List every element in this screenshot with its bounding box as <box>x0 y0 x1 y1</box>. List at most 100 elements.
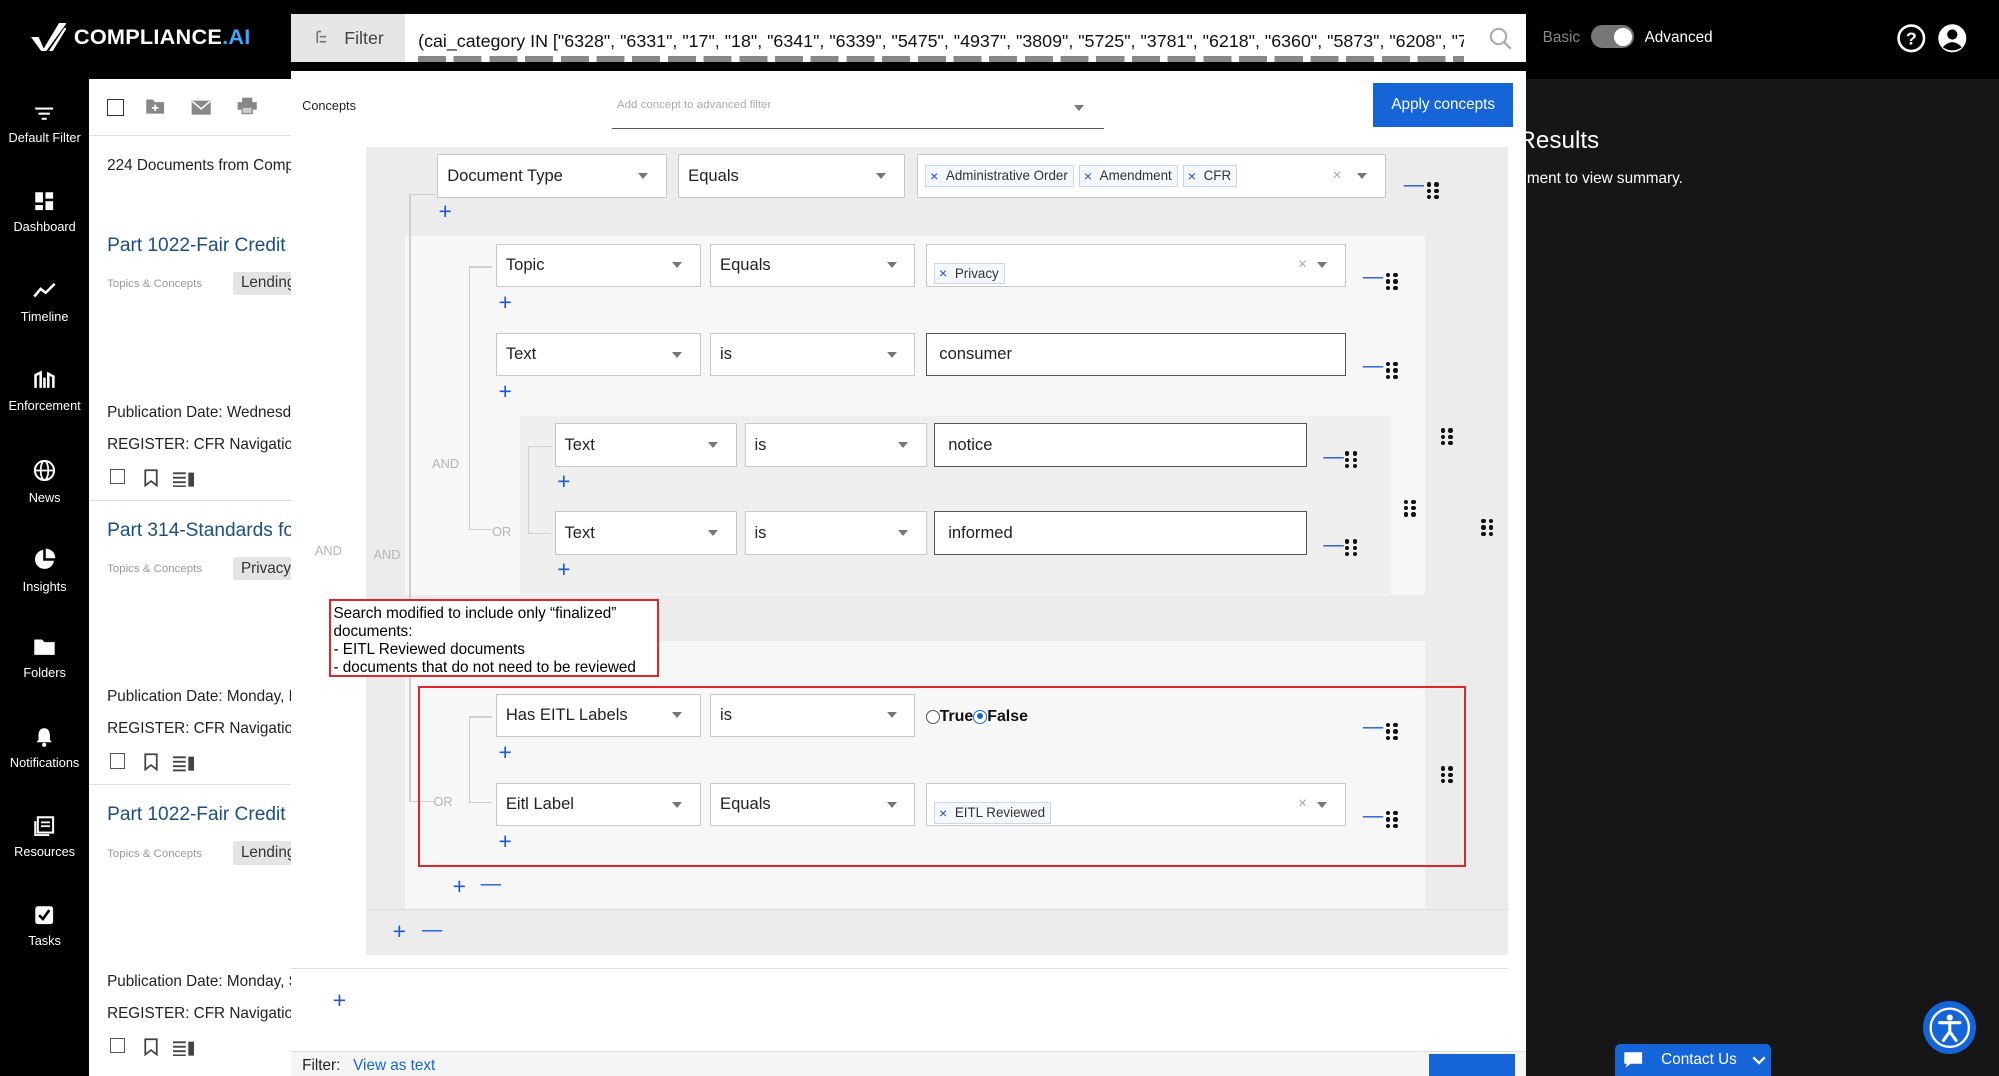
operator-select[interactable]: is <box>744 423 927 467</box>
remove-rule-button[interactable]: — <box>1404 175 1424 195</box>
value-tag[interactable]: × Amendment <box>1079 165 1178 187</box>
clear-icon[interactable]: × <box>1333 167 1342 185</box>
add-rule-button[interactable]: + <box>557 470 570 493</box>
sidebar-item-insights[interactable]: Insights <box>0 548 89 594</box>
results-panel: Results ument to view summary. <box>1518 79 1999 1076</box>
publication-date: Publication Date: Wednesda <box>107 404 294 422</box>
topic-chip[interactable]: Lending <box>233 271 294 295</box>
document-title[interactable]: Part 1022-Fair Credit R <box>107 235 293 257</box>
sidebar-item-enforcement[interactable]: Enforcement <box>0 370 89 413</box>
print-icon[interactable] <box>237 97 257 121</box>
filter-tab[interactable]: Filter <box>290 14 406 63</box>
bookmark-icon[interactable] <box>144 1038 158 1062</box>
doc-checkbox[interactable] <box>109 753 125 769</box>
drag-handle-icon[interactable] <box>1440 428 1454 446</box>
accessibility-button[interactable] <box>1922 1000 1977 1055</box>
summary-icon[interactable] <box>173 755 195 778</box>
value-tag[interactable]: × Privacy <box>934 262 1005 285</box>
operator-select[interactable]: is <box>744 511 927 555</box>
field-select-topic[interactable]: Topic <box>495 243 702 287</box>
topic-chip[interactable]: Lending <box>233 841 294 865</box>
summary-icon[interactable] <box>173 470 195 493</box>
topic-chip[interactable]: Privacy <box>233 557 294 581</box>
sidebar-item-tasks[interactable]: Tasks <box>0 905 89 948</box>
chat-icon <box>1624 1052 1643 1068</box>
value-tag[interactable]: × CFR <box>1182 165 1238 187</box>
add-rule-button[interactable]: + <box>439 200 452 223</box>
field-select-text[interactable]: Text <box>495 332 702 377</box>
operator-select[interactable]: is <box>710 332 916 377</box>
drag-handle-icon[interactable] <box>1481 518 1494 537</box>
summary-icon[interactable] <box>173 1039 195 1062</box>
remove-rule-button[interactable]: — <box>1323 447 1343 467</box>
document-title[interactable]: Part 1022-Fair Credit R <box>107 804 293 826</box>
remove-rule-button[interactable]: — <box>1363 267 1383 287</box>
drag-handle-icon[interactable] <box>1403 499 1417 518</box>
text-value-input[interactable]: informed <box>934 511 1307 555</box>
register-label: REGISTER: CFR Navigation <box>107 720 294 738</box>
footer-button[interactable] <box>1429 1054 1515 1076</box>
sidebar-item-label: News <box>28 489 61 505</box>
remove-group-button[interactable]: — <box>422 920 442 940</box>
drag-handle-icon[interactable] <box>1385 272 1399 291</box>
document-title[interactable]: Part 314-Standards fo <box>107 520 293 542</box>
concept-select[interactable]: Add concept to advanced filter <box>611 89 1105 129</box>
search-icon[interactable] <box>1489 27 1512 56</box>
sidebar-item-news[interactable]: News <box>0 459 89 505</box>
sidebar-item-folders[interactable]: Folders <box>0 637 89 680</box>
field-label: Document Type <box>447 165 563 185</box>
value-tag[interactable]: × Administrative Order <box>925 165 1074 187</box>
results-title: Results <box>1518 127 1600 155</box>
contact-us-widget[interactable]: Contact Us <box>1615 1044 1771 1076</box>
sidebar-item-timeline[interactable]: Timeline <box>0 280 89 324</box>
remove-rule-button[interactable]: — <box>1363 356 1383 376</box>
field-select-text[interactable]: Text <box>554 423 737 467</box>
bookmark-icon[interactable] <box>144 469 158 493</box>
help-icon[interactable]: ? <box>1896 23 1927 60</box>
add-rule-button[interactable]: + <box>498 379 511 403</box>
value-multiselect-document-type[interactable]: × Administrative Order × Amendment × CFR × <box>916 154 1386 198</box>
group-operator-and: AND <box>373 546 401 562</box>
drag-handle-icon[interactable] <box>1345 539 1358 557</box>
add-group-button[interactable]: + <box>393 920 406 943</box>
view-as-text-link[interactable]: View as text <box>353 1057 435 1075</box>
text-value-input[interactable]: notice <box>934 423 1307 467</box>
field-select-document-type[interactable]: Document Type <box>437 154 667 198</box>
doc-checkbox[interactable] <box>109 1037 125 1054</box>
user-account-icon[interactable] <box>1937 23 1968 60</box>
email-icon[interactable] <box>191 98 211 121</box>
sidebar-item-resources[interactable]: Resources <box>0 816 89 859</box>
add-rule-button[interactable]: + <box>498 290 511 314</box>
pie-icon <box>35 548 56 570</box>
apply-concepts-button[interactable]: Apply concepts <box>1373 82 1514 128</box>
add-group-button[interactable]: + <box>453 874 466 898</box>
mode-toggle[interactable] <box>1591 25 1635 49</box>
logo[interactable]: COMPLIANCE.AI <box>30 22 251 51</box>
add-root-rule-button[interactable]: + <box>333 989 346 1012</box>
drag-handle-icon[interactable] <box>1345 451 1358 469</box>
sidebar-item-notifications[interactable]: Notifications <box>0 727 89 770</box>
drag-handle-icon[interactable] <box>1426 182 1440 200</box>
remove-group-button[interactable]: — <box>481 874 501 894</box>
remove-rule-button[interactable]: — <box>1323 535 1343 555</box>
publication-date: Publication Date: Monday, M <box>107 688 294 706</box>
clear-icon[interactable]: × <box>1298 256 1307 274</box>
add-folder-icon[interactable] <box>145 97 165 121</box>
sidebar-item-dashboard[interactable]: Dashboard <box>0 191 89 234</box>
doc-checkbox[interactable] <box>109 469 125 485</box>
sidebar-item-default-filter[interactable]: Default Filter <box>0 105 89 145</box>
add-rule-button[interactable]: + <box>557 558 570 581</box>
operator-label: is <box>754 522 767 542</box>
value-multiselect-topic[interactable]: × Privacy × <box>925 243 1347 287</box>
operator-select[interactable]: Equals <box>678 154 906 198</box>
text-value-input[interactable]: consumer <box>925 332 1347 377</box>
field-select-text[interactable]: Text <box>554 511 737 555</box>
filter-query-text[interactable]: (cai_category IN ["6328", "6331", "17", … <box>418 31 1463 52</box>
operator-select[interactable]: Equals <box>710 243 916 287</box>
bookmark-icon[interactable] <box>144 753 158 777</box>
select-all-checkbox[interactable] <box>107 99 124 116</box>
tasks-icon <box>35 906 54 925</box>
drag-handle-icon[interactable] <box>1385 362 1399 380</box>
advanced-filter-modal: Concepts Add concept to advanced filter … <box>290 71 1527 1076</box>
logo-suffix: .AI <box>222 23 251 49</box>
